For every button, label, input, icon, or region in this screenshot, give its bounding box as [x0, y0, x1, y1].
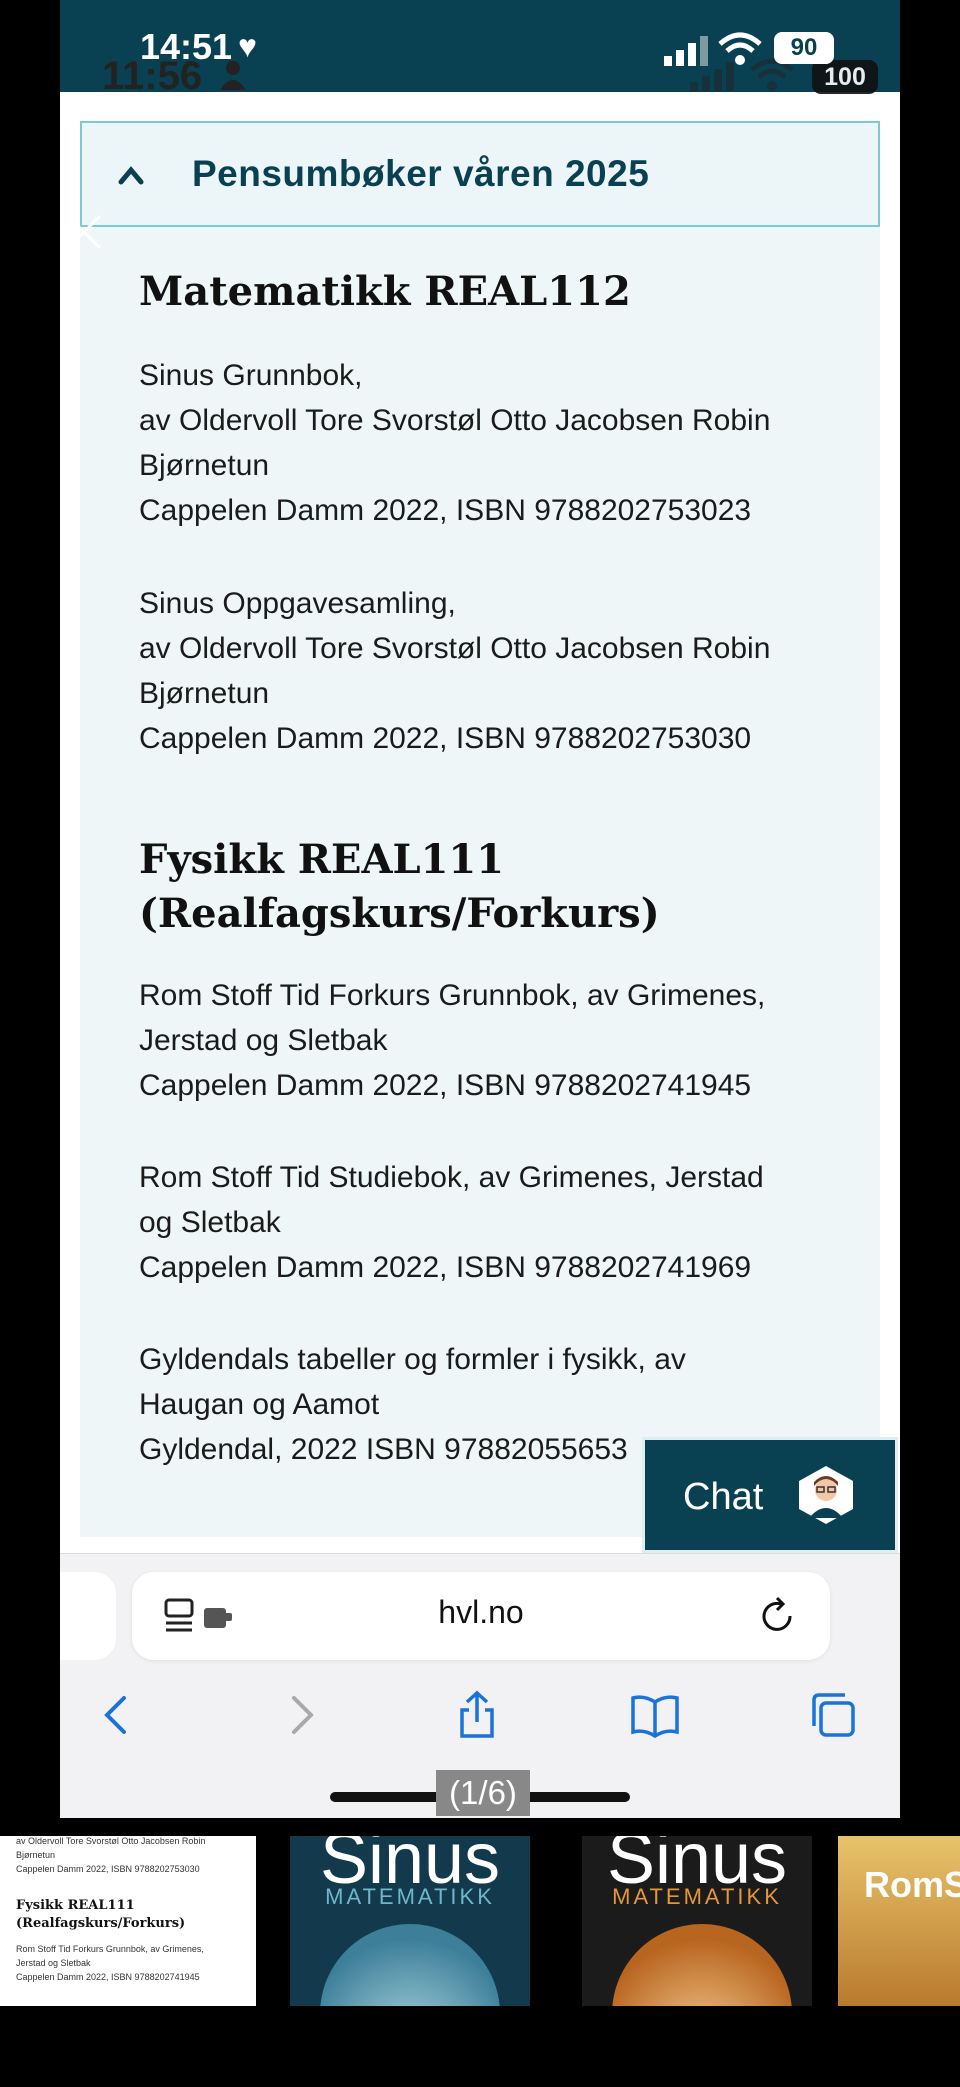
book-publisher: Cappelen Damm 2022, ISBN 9788202753023	[139, 494, 752, 527]
thumbnail-cover-rom-stoff-tid[interactable]: RomS	[838, 1836, 960, 2006]
book-title: Sinus Grunnbok,	[139, 359, 363, 392]
accordion-title: Pensumbøker våren 2025	[192, 153, 650, 194]
previous-tab-stub[interactable]	[60, 1572, 116, 1660]
address-bar[interactable]: hvl.no	[132, 1572, 830, 1660]
back-icon[interactable]	[92, 1690, 142, 1740]
book-entry: Rom Stoff Tid Forkurs Grunnbok, av Grime…	[139, 973, 765, 1108]
chat-button[interactable]: Chat	[642, 1437, 898, 1553]
book-publisher: Cappelen Damm 2022, ISBN 9788202741969	[139, 1251, 752, 1284]
phone-screen: 11:56 14:51 ♥ 100 90 Pensumbøker våren 2…	[60, 0, 900, 1818]
cover-subtitle: MATEMATIKK	[325, 1884, 495, 1909]
page-counter: (1/6)	[436, 1770, 530, 1816]
thumbnail-document[interactable]: av Oldervoll Tore Svorstøl Otto Jacobsen…	[0, 1836, 256, 2006]
book-authors: Haugan og Aamot	[139, 1388, 380, 1421]
book-authors: og Sletbak	[139, 1206, 281, 1239]
textbook-accordion: Pensumbøker våren 2025 Matematikk REAL11…	[80, 121, 880, 1537]
tabs-icon[interactable]	[808, 1690, 858, 1740]
book-title: Rom Stoff Tid Forkurs Grunnbok, av Grime…	[139, 979, 766, 1012]
chat-avatar-icon	[799, 1466, 853, 1524]
cellular-signal-icon	[664, 36, 708, 66]
book-entry: Rom Stoff Tid Studiebok, av Grimenes, Je…	[139, 1155, 764, 1290]
chat-label: Chat	[683, 1476, 764, 1518]
signal-ghost-icon	[690, 62, 734, 92]
thumb-heading: (Realfagskurs/Forkurs)	[16, 1916, 186, 1931]
thumb-text: Jerstad og Sletbak	[16, 1958, 91, 1968]
heading-line: (Realfagskurs/Forkurs)	[139, 890, 660, 937]
book-publisher: Gyldendal, 2022 ISBN 97882055653	[139, 1433, 628, 1466]
thumb-text: Cappelen Damm 2022, ISBN 9788202753030	[16, 1864, 200, 1874]
heading-line: Fysikk REAL111	[139, 836, 505, 883]
status-bar: 11:56 14:51 ♥ 100 90	[60, 0, 900, 98]
book-title: Sinus Oppgavesamling,	[139, 587, 456, 620]
bookmarks-icon[interactable]	[630, 1690, 680, 1740]
url-text: hvl.no	[438, 1594, 524, 1630]
thumb-text: Cappelen Damm 2022, ISBN 9788202741945	[16, 1972, 200, 1982]
thumbnail-strip: av Oldervoll Tore Svorstøl Otto Jacobsen…	[0, 1836, 960, 2006]
accordion-header[interactable]: Pensumbøker våren 2025	[80, 121, 880, 227]
thumb-text: av Oldervoll Tore Svorstøl Otto Jacobsen…	[16, 1836, 206, 1846]
wifi-icon	[718, 32, 762, 65]
book-title: Gyldendals tabeller og formler i fysikk,…	[139, 1343, 686, 1376]
person-icon	[220, 61, 246, 90]
book-authors: av Oldervoll Tore Svorstøl Otto Jacobsen…	[139, 404, 771, 437]
thumb-heading: Fysikk REAL111	[16, 1898, 135, 1913]
status-time: 14:51	[140, 26, 233, 67]
thumbnail-cover-sinus-grunnbok[interactable]: Sinus MATEMATIKK	[290, 1836, 530, 2006]
book-authors: Jerstad og Sletbak	[139, 1024, 388, 1057]
cover-graphic	[612, 1924, 792, 2006]
cover-title: RomS	[864, 1864, 960, 1905]
share-icon[interactable]	[452, 1690, 502, 1740]
book-publisher: Cappelen Damm 2022, ISBN 9788202741945	[139, 1069, 752, 1102]
close-icon[interactable]	[64, 212, 104, 252]
thumb-text: Bjørnetun	[16, 1850, 56, 1860]
section-heading-physics: Fysikk REAL111 (Realfagskurs/Forkurs)	[139, 833, 660, 941]
book-publisher: Cappelen Damm 2022, ISBN 9788202753030	[139, 722, 752, 755]
browser-toolbar: hvl.no (1/6)	[60, 1553, 900, 1818]
thumbnail-cover-sinus-oppgave[interactable]: Sinus MATEMATIKK	[582, 1836, 812, 2006]
cover-graphic	[320, 1924, 500, 2006]
battery-ghost-indicator: 100	[812, 60, 878, 94]
chevron-up-icon	[118, 166, 144, 185]
book-entry: Sinus Oppgavesamling, av Oldervoll Tore …	[139, 581, 770, 761]
thumb-text: Rom Stoff Tid Forkurs Grunnbok, av Grime…	[16, 1944, 204, 1954]
section-heading-math: Matematikk REAL112	[139, 268, 631, 315]
cover-subtitle: MATEMATIKK	[612, 1884, 782, 1909]
book-entry: Sinus Grunnbok, av Oldervoll Tore Svorst…	[139, 353, 770, 533]
book-entry: Gyldendals tabeller og formler i fysikk,…	[139, 1337, 686, 1472]
book-authors: av Oldervoll Tore Svorstøl Otto Jacobsen…	[139, 632, 771, 665]
forward-icon[interactable]	[276, 1690, 326, 1740]
battery-indicator: 90	[774, 32, 834, 64]
reload-icon[interactable]	[760, 1596, 796, 1634]
book-title: Rom Stoff Tid Studiebok, av Grimenes, Je…	[139, 1161, 764, 1194]
book-authors-cont: Bjørnetun	[139, 677, 270, 710]
book-authors-cont: Bjørnetun	[139, 449, 270, 482]
